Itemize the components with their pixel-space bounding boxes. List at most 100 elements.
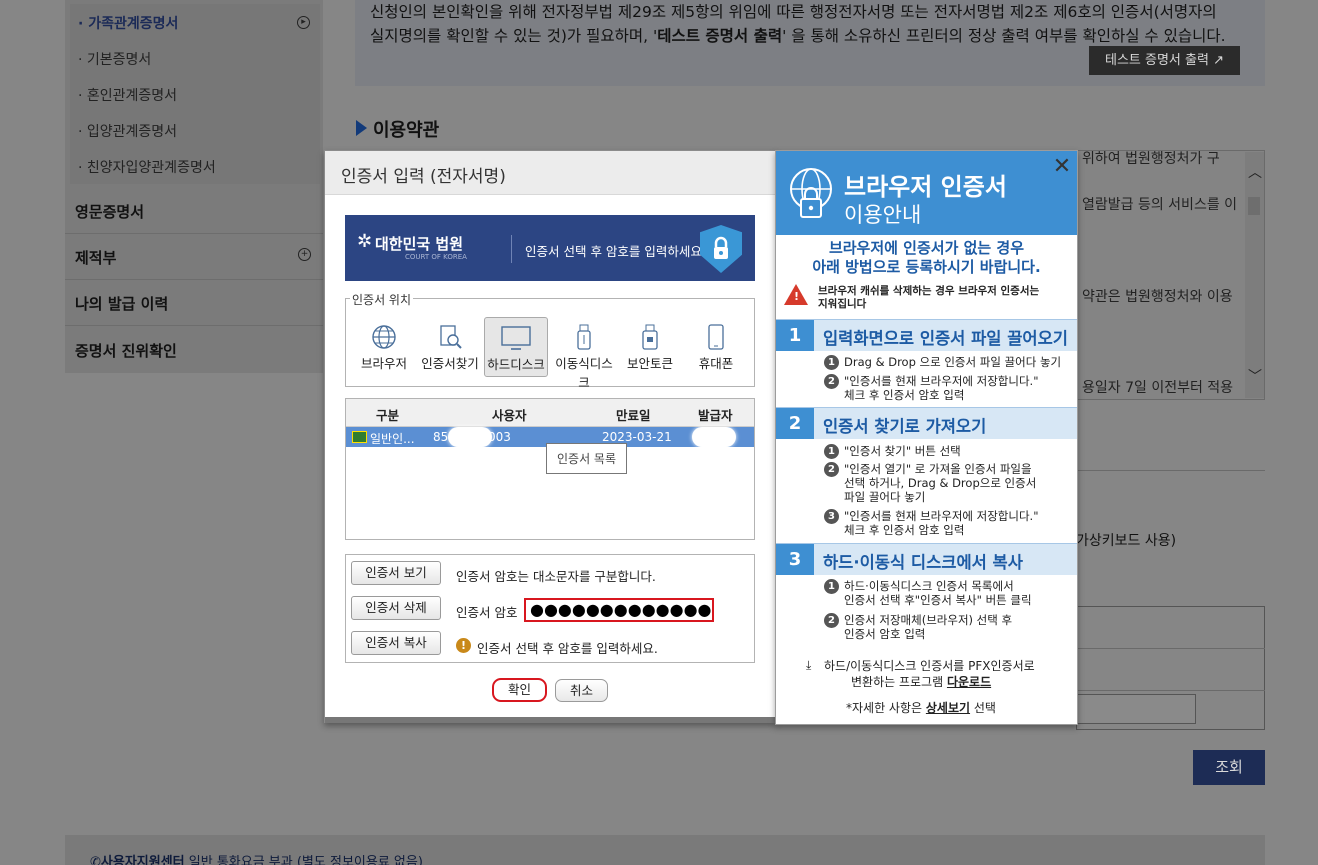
step-text: 선택 하거나, Drag & Drop으로 인증서	[844, 476, 1037, 490]
cancel-button[interactable]: 취소	[555, 679, 608, 702]
divider	[1076, 648, 1265, 649]
download-icon: ⤓	[806, 658, 812, 672]
bullet-2-icon: 2	[824, 462, 839, 477]
detail-line: *자세한 사항은 상세보기 선택	[846, 701, 996, 715]
dialog-header: 인증서 입력 (전자서명)	[325, 151, 775, 195]
step-2-header: 2 인증서 찾기로 가져오기	[776, 407, 1077, 439]
terms-text: 위하여 법원행정처가 구	[1082, 151, 1220, 167]
download-link[interactable]: 다운로드	[947, 675, 991, 689]
bullet-1-icon: 1	[824, 444, 839, 459]
warning-exclaim: !	[794, 290, 800, 303]
location-browser[interactable]: 브라우저	[352, 317, 416, 377]
divider	[65, 279, 323, 280]
sidebar-item-history[interactable]: 나의 발급 이력	[75, 293, 168, 314]
step-title: 인증서 찾기로 가져오기	[823, 417, 987, 436]
step-text: 체크 후 인증서 암호 입력	[844, 523, 965, 537]
step-text: Drag & Drop 으로 인증서 파일 끌어다 놓기	[844, 355, 1062, 369]
triangle-marker-icon	[356, 120, 367, 136]
sidebar-subitem-basic[interactable]: · 기본증명서	[78, 49, 151, 69]
cert-type: 일반인...	[370, 432, 415, 446]
ok-button[interactable]: 확인	[492, 678, 547, 702]
column-header: 구분	[376, 408, 400, 423]
column-header: 사용자	[492, 408, 527, 423]
dialog-bottom-bar	[325, 717, 775, 723]
terms-box[interactable]	[1076, 150, 1265, 400]
step-text: "인증서 찾기" 버튼 선택	[844, 444, 961, 458]
location-removable-disk[interactable]: 이동식디스크	[552, 317, 616, 390]
column-header: 만료일	[616, 408, 651, 423]
terms-text: 용일자 7일 이전부터 적용	[1082, 380, 1234, 396]
view-certificate-button[interactable]: 인증서 보기	[351, 561, 441, 585]
step-text: 하드·이동식디스크 인증서 목록에서	[844, 579, 1014, 593]
step-text: 체크 후 인증서 암호 입력	[844, 388, 965, 402]
sidebar-subitem-full-adoption[interactable]: · 친양자입양관계증명서	[78, 157, 216, 177]
password-group: 인증서 보기 인증서 삭제 인증서 복사 인증서 암호는 대소문자를 구분합니다…	[345, 554, 755, 663]
sidebar-subitem-adoption[interactable]: · 입양관계증명서	[78, 121, 177, 141]
monitor-icon	[501, 326, 531, 350]
password-hint: 인증서 선택 후 암호를 입력하세요.	[477, 641, 658, 656]
test-print-button[interactable]: 테스트 증명서 출력 ↗	[1089, 46, 1240, 75]
find-certificate-icon	[440, 325, 462, 349]
divider	[511, 235, 512, 263]
copy-certificate-button[interactable]: 인증서 복사	[351, 631, 441, 655]
guide-intro: 브라우저에 인증서가 없는 경우 아래 방법으로 등록하시기 바랍니다.	[812, 239, 1041, 276]
location-legend: 인증서 위치	[350, 291, 414, 308]
location-find[interactable]: 인증서찾기	[418, 317, 482, 377]
bullet-2-icon: 2	[824, 374, 839, 389]
cache-warning: 브라우저 캐쉬를 삭제하는 경우 브라우저 인증서는 지워집니다	[818, 285, 1040, 310]
close-icon[interactable]: ✕	[1052, 156, 1072, 178]
guide-header: 브라우저 인증서 이용안내 ✕	[776, 151, 1077, 235]
delete-certificate-button[interactable]: 인증서 삭제	[351, 596, 441, 620]
certificate-location-group: 인증서 위치 브라우저 인증서찾기 하드디스크 이동식디스크 보안토큰 휴대폰	[345, 291, 755, 390]
scroll-thumb[interactable]	[1248, 197, 1260, 215]
dialog-title: 인증서 입력 (전자서명)	[341, 167, 506, 187]
divider	[1076, 470, 1265, 471]
footer-text: ✆사용자지원센터 일반 통화요금 부과 (별도 정보이용료 없음)	[90, 851, 423, 865]
keyboard-hint: 가상키보드 사용)	[1076, 533, 1177, 549]
lock-shield-icon	[700, 225, 742, 273]
divider	[1076, 690, 1265, 691]
sidebar-subitem-marriage[interactable]: · 혼인관계증명서	[78, 85, 177, 105]
guide-title: 브라우저 인증서	[844, 173, 1007, 201]
phone-icon: ✆	[90, 855, 101, 865]
step-text: 파일 끌어다 놓기	[844, 490, 926, 504]
chevron-down-icon[interactable]: ﹀	[1248, 366, 1262, 386]
sidebar-item-removal-register[interactable]: 제적부	[75, 247, 116, 268]
terms-title: 이용약관	[373, 120, 440, 141]
court-emblem-icon: ✲	[357, 231, 373, 252]
bullet-1-icon: 1	[824, 355, 839, 370]
cert-user-prefix: 85	[433, 430, 449, 444]
step-1-header: 1 입력화면으로 인증서 파일 끌어오기	[776, 319, 1077, 351]
mobile-phone-icon	[708, 324, 724, 350]
pfx-note: 하드/이동식디스크 인증서를 PFX인증서로	[824, 659, 1035, 673]
redaction	[692, 427, 736, 447]
court-banner: ✲ 대한민국 법원 COURT OF KOREA 인증서 선택 후 암호를 입력…	[345, 215, 755, 281]
sidebar-item-verify[interactable]: 증명서 진위확인	[75, 340, 177, 361]
chevron-up-icon[interactable]: ︿	[1248, 162, 1262, 182]
sidebar-subitem-family[interactable]: · 가족관계증명서	[78, 13, 178, 33]
step-number: 2	[776, 408, 814, 439]
step-title: 입력화면으로 인증서 파일 끌어오기	[823, 329, 1068, 348]
list-tooltip: 인증서 목록	[546, 443, 628, 474]
warning-icon: !	[456, 638, 471, 653]
terms-text: 열람발급 등의 서비스를 이	[1082, 197, 1238, 213]
location-security-token[interactable]: 보안토큰	[618, 317, 682, 377]
password-input[interactable]: ●●●●●●●●●●●●●	[524, 598, 714, 622]
search-button[interactable]: 조회	[1193, 750, 1265, 785]
notice-text: 신청인의 본인확인을 위해 전자정부법 제29조 제5항의 위임에 따른 행정전…	[370, 3, 1217, 21]
form-input[interactable]	[1076, 694, 1196, 724]
banner-message: 인증서 선택 후 암호를 입력하세요.	[525, 244, 706, 259]
step-3-header: 3 하드·이동식 디스크에서 복사	[776, 543, 1077, 575]
step-text: "인증서 열기" 로 가져올 인증서 파일을	[844, 462, 1032, 476]
location-phone[interactable]: 휴대폰	[684, 317, 748, 377]
globe-lock-icon	[790, 168, 832, 218]
detail-link[interactable]: 상세보기	[926, 701, 970, 715]
bullet-3-icon: 3	[824, 509, 839, 524]
column-header: 발급자	[698, 408, 733, 423]
bullet-1-icon: 1	[824, 579, 839, 594]
location-hard-disk[interactable]: 하드디스크	[484, 317, 548, 377]
court-logo-subtext: COURT OF KOREA	[405, 253, 467, 261]
sidebar-item-english[interactable]: 영문증명서	[75, 201, 144, 222]
usb-icon	[577, 324, 591, 350]
scrollbar[interactable]: ︿ ﹀	[1245, 152, 1264, 398]
